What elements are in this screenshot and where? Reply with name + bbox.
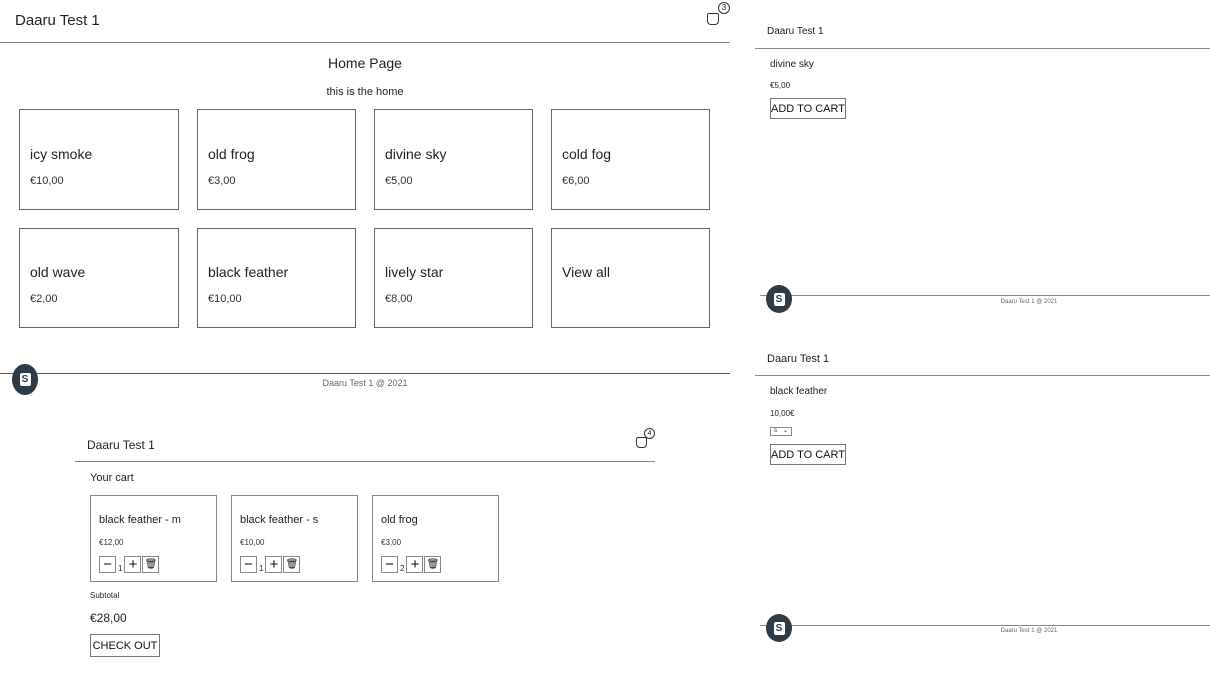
shopping-bag-icon [636, 437, 647, 448]
cart-item-price: €12,00 [99, 538, 124, 547]
shopify-logo-icon: S [766, 285, 792, 313]
footer-text: Daaru Test 1 @ 2021 [1000, 628, 1058, 634]
minus-icon[interactable]: − [99, 556, 116, 573]
product-price: €10,00 [30, 175, 64, 187]
plus-icon[interactable]: + [124, 556, 142, 573]
shopping-bag-icon [707, 13, 719, 25]
store-title[interactable]: Daaru Test 1 [767, 26, 824, 37]
product-name: old wave [30, 264, 86, 280]
header-divider [0, 42, 730, 43]
cart-item-name: black feather - m [99, 514, 181, 526]
view-all-card[interactable]: View all [551, 228, 710, 328]
trash-icon[interactable]: 🗑 [142, 556, 160, 573]
product-card[interactable]: cold fog €6,00 [551, 109, 710, 210]
plus-icon[interactable]: + [265, 556, 283, 573]
product-name: old frog [208, 146, 255, 162]
product-card[interactable]: black feather €10,00 [197, 228, 356, 328]
add-to-cart-button[interactable]: ADD TO CART [770, 98, 846, 119]
product-price: €3,00 [208, 175, 236, 187]
quantity: 2 [400, 564, 405, 573]
product-price: €2,00 [30, 293, 58, 305]
product-card[interactable]: icy smoke €10,00 [19, 109, 179, 210]
footer-divider [0, 373, 730, 374]
cart-item: black feather - m €12,00 −1 + 🗑 [90, 495, 217, 582]
store-title[interactable]: Daaru Test 1 [15, 12, 100, 29]
product-price: €5,00 [770, 81, 791, 90]
product-price: €10,00 [208, 293, 242, 305]
shopify-logo-icon: S [12, 364, 38, 395]
minus-icon[interactable]: − [381, 556, 398, 573]
minus-icon[interactable]: − [240, 556, 257, 573]
size-select[interactable]: s ⌄ [770, 427, 792, 436]
cart-count-badge: 4 [644, 428, 655, 439]
trash-icon[interactable]: 🗑 [283, 556, 301, 573]
product-name: cold fog [562, 146, 612, 162]
cart-title: Your cart [90, 472, 134, 484]
chevron-down-icon: ⌄ [782, 428, 788, 434]
header-divider [755, 375, 1210, 376]
add-to-cart-button[interactable]: ADD TO CART [770, 444, 846, 465]
cart-count-badge: 3 [718, 2, 730, 14]
plus-icon[interactable]: + [406, 556, 424, 573]
view-all-label: View all [562, 264, 610, 280]
product-name: lively star [385, 264, 444, 280]
quantity: 1 [118, 564, 123, 573]
footer-divider [760, 295, 1210, 296]
cart-item-price: €10,00 [240, 538, 265, 547]
page-subtitle: this is the home [326, 86, 404, 98]
cart-item: black feather - s €10,00 −1 + 🗑 [231, 495, 358, 582]
product-price: €6,00 [562, 175, 590, 187]
quantity: 1 [259, 564, 264, 573]
product-card[interactable]: old frog €3,00 [197, 109, 356, 210]
product-price: 10,00€ [770, 409, 795, 418]
trash-icon[interactable]: 🗑 [424, 556, 442, 573]
subtotal-value: €28,00 [90, 611, 127, 625]
product-name: divine sky [770, 59, 814, 70]
product-name: black feather [770, 386, 828, 397]
subtotal-label: Subtotal [90, 591, 120, 600]
footer-divider [760, 625, 1210, 626]
product-card[interactable]: divine sky €5,00 [374, 109, 533, 210]
footer-text: Daaru Test 1 @ 2021 [1000, 299, 1058, 305]
product-name: black feather [208, 264, 289, 280]
product-card[interactable]: lively star €8,00 [374, 228, 533, 328]
page-title: Home Page [328, 55, 402, 71]
cart-item-name: old frog [381, 514, 418, 526]
size-selected-value: s [774, 428, 777, 434]
header-divider [75, 461, 655, 462]
cart-item: old frog €3,00 −2 + 🗑 [372, 495, 499, 582]
product-card[interactable]: old wave €2,00 [19, 228, 179, 328]
product-price: €5,00 [385, 175, 413, 187]
product-price: €8,00 [385, 293, 413, 305]
shopify-logo-icon: S [766, 614, 792, 642]
cart-item-price: €3,00 [381, 538, 402, 547]
footer-text: Daaru Test 1 @ 2021 [322, 378, 408, 388]
product-name: icy smoke [30, 146, 93, 162]
store-title[interactable]: Daaru Test 1 [87, 438, 155, 452]
header-divider [755, 48, 1210, 49]
cart-item-name: black feather - s [240, 514, 319, 526]
checkout-button[interactable]: CHECK OUT [90, 634, 160, 657]
store-title[interactable]: Daaru Test 1 [767, 353, 829, 365]
product-name: divine sky [385, 146, 447, 162]
